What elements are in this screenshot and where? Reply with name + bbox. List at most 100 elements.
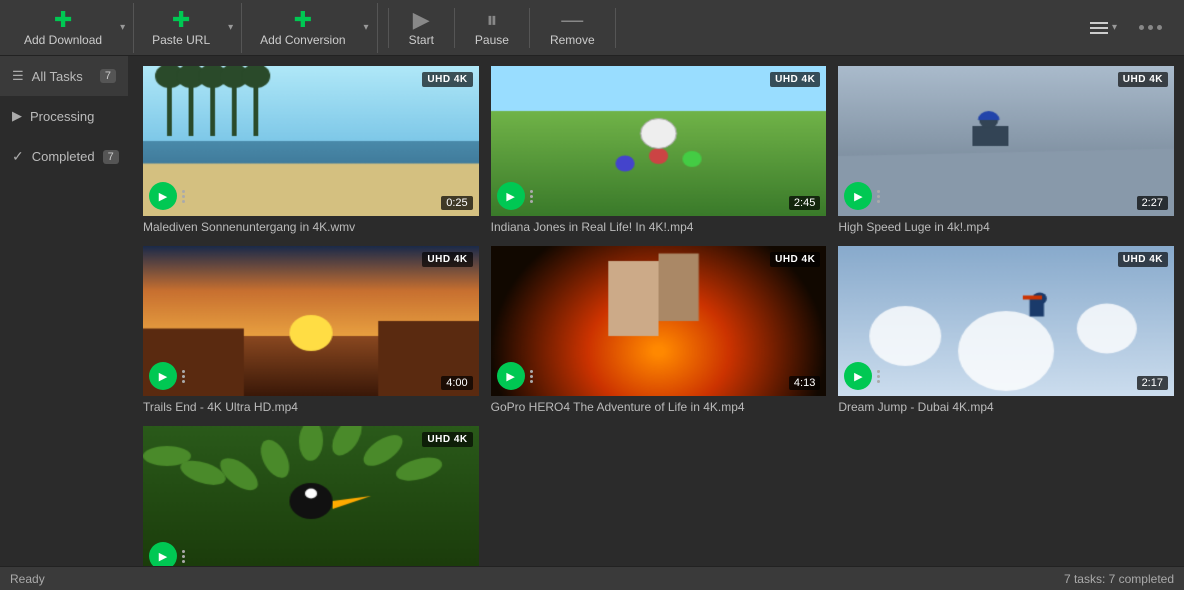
video-title: Trails End - 4K Ultra HD.mp4 <box>143 400 479 414</box>
thumb-canvas <box>143 246 479 396</box>
uhd-badge: UHD 4K <box>1118 252 1168 267</box>
completed-check-icon: ✓ <box>12 148 24 165</box>
play-dots-icon <box>530 370 533 383</box>
toolbar: ✚ Add Download ▾ ✚ Paste URL ▾ ✚ Add Con… <box>0 0 1184 56</box>
sidebar-item-completed[interactable]: ✓ Completed 7 <box>0 136 128 177</box>
video-card[interactable]: UHD 4K ▶ 2:17 Dream Jump - Dubai 4K.mp4 <box>838 246 1174 414</box>
duration-badge: 4:13 <box>789 376 820 390</box>
separator-1 <box>388 8 389 48</box>
content-scroll-container: UHD 4K ▶ 0:25 Malediven Sonnenuntergang in … <box>128 56 1184 566</box>
paste-url-button[interactable]: ✚ Paste URL <box>138 3 224 53</box>
uhd-badge: UHD 4K <box>422 432 472 447</box>
play-button-area: ▶ <box>149 542 185 566</box>
video-card[interactable]: UHD 4K▶4:00Trails End - 4K Ultra HD.mp4 <box>143 246 479 414</box>
play-circle-button[interactable]: ▶ <box>844 362 872 390</box>
menu-button[interactable]: ▾ <box>1080 16 1127 40</box>
uhd-badge: UHD 4K <box>770 72 820 87</box>
play-button-area: ▶ <box>844 362 880 390</box>
uhd-badge: UHD 4K <box>770 252 820 267</box>
uhd-badge: UHD 4K <box>422 72 472 87</box>
menu-dropdown-arrow: ▾ <box>1112 22 1117 33</box>
video-thumbnail: UHD 4K ▶ <box>143 426 479 566</box>
thumb-canvas <box>491 66 827 216</box>
sidebar: ☰ All Tasks 7 ▶ Processing ✓ Completed 7 <box>0 56 128 566</box>
play-circle-button[interactable]: ▶ <box>149 542 177 566</box>
remove-label: Remove <box>550 33 595 47</box>
video-card[interactable]: UHD 4K ▶ 4:13 GoPro HERO4 The Adventure of … <box>491 246 827 414</box>
start-button[interactable]: ▶ Start <box>395 3 448 53</box>
video-card[interactable]: UHD 4K ▶ 0:25 Malediven Sonnenuntergang in … <box>143 66 479 234</box>
start-icon: ▶ <box>413 9 430 31</box>
play-circle-button[interactable]: ▶ <box>844 182 872 210</box>
more-options-button[interactable] <box>1127 19 1174 36</box>
video-thumbnail: UHD 4K ▶ 0:25 <box>143 66 479 216</box>
pause-icon: ⏸ <box>486 9 497 31</box>
add-conversion-label: Add Conversion <box>260 33 345 47</box>
thumb-canvas <box>143 66 479 216</box>
video-title: Dream Jump - Dubai 4K.mp4 <box>838 400 1174 414</box>
paste-url-group: ✚ Paste URL ▾ <box>138 3 242 53</box>
processing-label: Processing <box>30 109 94 124</box>
sidebar-item-all-tasks[interactable]: ☰ All Tasks 7 <box>0 56 128 96</box>
play-button-area: ▶ <box>844 182 880 210</box>
completed-label: Completed <box>32 149 95 164</box>
play-button-area: ▶ <box>149 182 185 210</box>
video-title: Indiana Jones in Real Life! In 4K!.mp4 <box>491 220 827 234</box>
thumb-canvas <box>838 246 1174 396</box>
video-thumbnail: UHD 4K ▶ 2:27 <box>838 66 1174 216</box>
main-area: ☰ All Tasks 7 ▶ Processing ✓ Completed 7… <box>0 56 1184 566</box>
play-dots-icon <box>877 190 880 203</box>
add-download-label: Add Download <box>24 33 102 47</box>
video-title: GoPro HERO4 The Adventure of Life in 4K.… <box>491 400 827 414</box>
paste-plus-icon: ✚ <box>172 9 190 31</box>
conversion-plus-icon: ✚ <box>294 9 312 31</box>
separator-3 <box>529 8 530 48</box>
pause-button[interactable]: ⏸ Pause <box>461 3 523 53</box>
add-conversion-dropdown[interactable]: ▾ <box>360 3 373 53</box>
add-conversion-group: ✚ Add Conversion ▾ <box>246 3 377 53</box>
play-circle-button[interactable]: ▶ <box>149 182 177 210</box>
video-title: Malediven Sonnenuntergang in 4K.wmv <box>143 220 479 234</box>
add-download-button[interactable]: ✚ Add Download <box>10 3 116 53</box>
add-download-group: ✚ Add Download ▾ <box>10 3 134 53</box>
video-card[interactable]: UHD 4K▶2:45Indiana Jones in Real Life! I… <box>491 66 827 234</box>
video-card[interactable]: UHD 4K▶Bird 4K.mp4 <box>143 426 479 566</box>
paste-url-label: Paste URL <box>152 33 210 47</box>
all-tasks-badge: 7 <box>100 69 116 83</box>
add-conversion-button[interactable]: ✚ Add Conversion <box>246 3 359 53</box>
duration-badge: 4:00 <box>441 376 472 390</box>
sidebar-item-processing[interactable]: ▶ Processing <box>0 96 128 136</box>
separator-4 <box>615 8 616 48</box>
play-dots-icon <box>530 190 533 203</box>
duration-badge: 2:27 <box>1137 196 1168 210</box>
play-circle-button[interactable]: ▶ <box>497 362 525 390</box>
pause-label: Pause <box>475 33 509 47</box>
status-right: 7 tasks: 7 completed <box>1064 572 1174 586</box>
video-title: High Speed Luge in 4k!.mp4 <box>838 220 1174 234</box>
duration-badge: 0:25 <box>441 196 472 210</box>
status-left: Ready <box>10 572 45 586</box>
menu-icon: ☰ <box>12 68 24 84</box>
remove-button[interactable]: — Remove <box>536 3 609 53</box>
thumb-canvas <box>143 426 479 566</box>
paste-url-dropdown[interactable]: ▾ <box>224 3 237 53</box>
play-circle-button[interactable]: ▶ <box>149 362 177 390</box>
plus-icon: ✚ <box>54 9 72 31</box>
play-dots-icon <box>182 550 185 563</box>
video-thumbnail: UHD 4K▶4:00 <box>143 246 479 396</box>
play-circle-button[interactable]: ▶ <box>497 182 525 210</box>
uhd-badge: UHD 4K <box>1118 72 1168 87</box>
thumb-canvas <box>491 246 827 396</box>
menu-lines-icon <box>1090 22 1108 34</box>
content-area: UHD 4K ▶ 0:25 Malediven Sonnenuntergang in … <box>128 56 1184 566</box>
play-dots-icon <box>182 370 185 383</box>
add-download-dropdown[interactable]: ▾ <box>116 3 129 53</box>
start-label: Start <box>409 33 434 47</box>
duration-badge: 2:17 <box>1137 376 1168 390</box>
separator-2 <box>454 8 455 48</box>
video-grid: UHD 4K ▶ 0:25 Malediven Sonnenuntergang in … <box>143 66 1174 566</box>
video-thumbnail: UHD 4K ▶ 2:17 <box>838 246 1174 396</box>
play-dots-icon <box>877 370 880 383</box>
video-card[interactable]: UHD 4K ▶ 2:27 High Speed Luge in 4k!.mp4 <box>838 66 1174 234</box>
thumb-canvas <box>838 66 1174 216</box>
